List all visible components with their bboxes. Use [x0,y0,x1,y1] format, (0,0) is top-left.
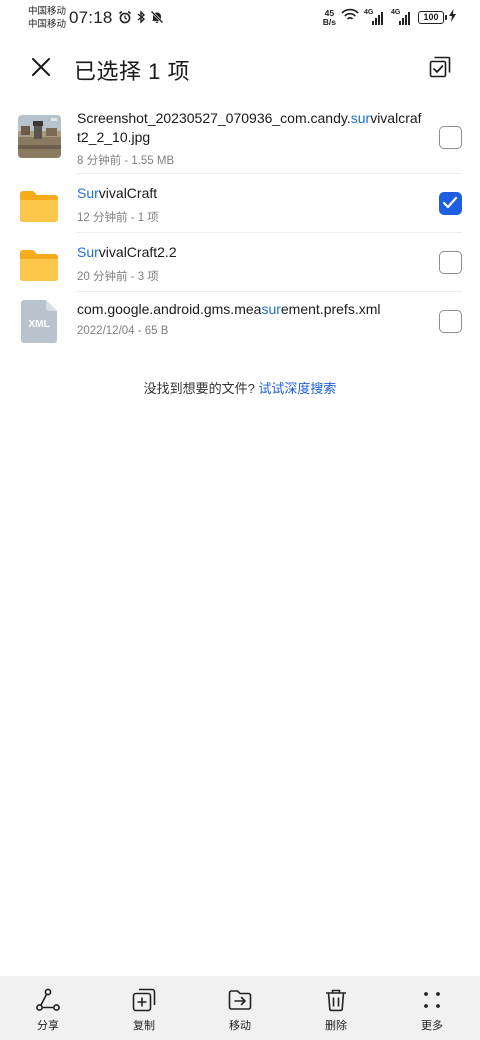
file-meta: 2022/12/04 - 65 B [77,325,169,337]
file-name: com.google.android.gms.measurement.prefs… [77,301,381,317]
search-match: Sur [77,244,99,260]
search-match: sur [350,110,371,126]
file-name: SurvivalCraft2.2 [77,244,177,260]
hint-text: 没找到想要的文件? [143,381,259,396]
row-checkbox-checked[interactable] [439,192,462,215]
close-icon [31,57,51,82]
file-row-survivalcraft22[interactable]: SurvivalCraft2.2 20 分钟前 - 3 项 [0,233,480,292]
more-dots-icon [419,987,445,1013]
file-meta: 12 分钟前 - 1 项 [77,212,159,224]
file-list: Screenshot_20230527_070936_com.candy.sur… [0,101,480,352]
copy-label: 复制 [133,1020,155,1032]
close-button[interactable] [24,54,58,84]
not-found-hint: 没找到想要的文件? 试试深度搜索 [0,378,480,397]
share-icon [35,987,61,1013]
page-title: 已选择 1 项 [74,59,190,84]
move-label: 移动 [229,1020,251,1032]
signal-1-icon: 4G [364,9,386,25]
select-all-icon [428,55,452,84]
deep-search-link[interactable]: 试试深度搜索 [258,381,336,396]
delete-button[interactable]: 删除 [288,976,384,1040]
row-checkbox[interactable] [439,251,462,274]
delete-label: 删除 [325,1020,347,1032]
folder-icon [18,247,60,288]
row-checkbox[interactable] [439,126,462,149]
row-checkbox[interactable] [439,310,462,333]
file-row-survivalcraft[interactable]: SurvivalCraft 12 分钟前 - 1 项 [0,174,480,233]
bottom-toolbar: 分享 复制 移动 删除 更多 [0,976,480,1040]
trash-icon [323,987,349,1013]
move-button[interactable]: 移动 [192,976,288,1040]
file-row-prefs-xml[interactable]: XML com.google.android.gms.measurement.p… [0,292,480,352]
share-button[interactable]: 分享 [0,976,96,1040]
copy-icon [131,987,157,1013]
share-label: 分享 [37,1020,59,1032]
move-icon [227,987,253,1013]
image-thumbnail [18,115,61,158]
net-speed: 45 B/s [322,7,336,27]
search-match: Sur [77,185,99,201]
more-label: 更多 [421,1020,443,1032]
file-meta: 8 分钟前 - 1.55 MB [77,155,175,167]
status-icons-left [118,10,164,29]
folder-icon [18,188,60,229]
copy-button[interactable]: 复制 [96,976,192,1040]
status-bar: 中国移动 中国移动 07:18 45 B/s 4G 4G 100 [0,0,480,36]
file-name: SurvivalCraft [77,185,158,201]
file-type-badge: XML [28,319,50,330]
file-name: Screenshot_20230527_070936_com.candy.sur… [77,110,422,145]
search-match: sur [261,301,281,317]
select-all-button[interactable] [424,53,456,85]
carrier-1: 中国移动 [28,6,67,17]
selection-header: 已选择 1 项 [0,40,480,96]
file-meta: 20 分钟前 - 3 项 [77,271,159,283]
xml-file-icon: XML [21,300,57,343]
clock: 07:18 [69,8,113,27]
carrier-2: 中国移动 [28,19,67,30]
more-button[interactable]: 更多 [384,976,480,1040]
battery-indicator: 100 [418,11,447,24]
alarm-icon [118,10,132,29]
status-icons-right: 45 B/s 4G 4G 100 [323,8,456,27]
signal-2-icon: 4G [391,9,413,25]
carrier-labels: 中国移动 中国移动 [28,5,66,31]
mute-bell-icon [150,10,164,29]
file-row-screenshot[interactable]: Screenshot_20230527_070936_com.candy.sur… [0,101,480,174]
wifi-icon [341,8,359,27]
checkmark-icon [442,196,458,215]
charging-bolt-icon [449,8,456,27]
bluetooth-icon [136,10,146,29]
